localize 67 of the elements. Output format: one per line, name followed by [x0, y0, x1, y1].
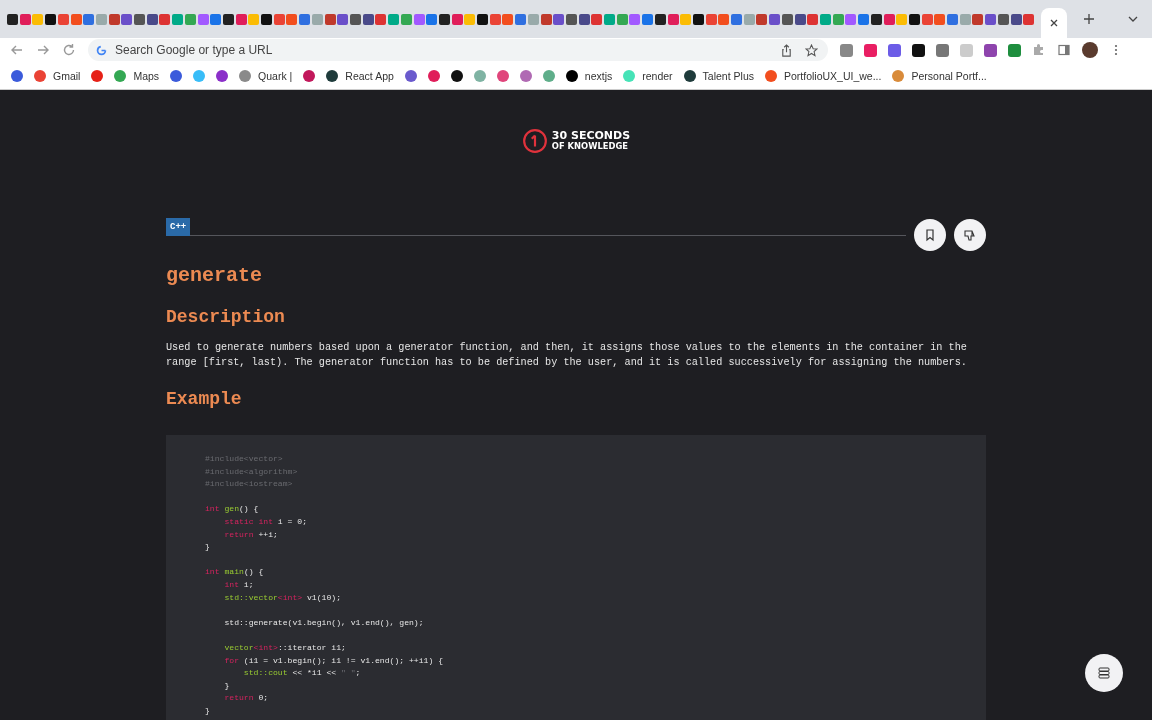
tab-favicon-icon[interactable]	[45, 13, 57, 25]
tab-favicon-icon[interactable]	[222, 13, 234, 25]
bookmark-icon[interactable]	[450, 69, 463, 82]
google-icon	[96, 44, 107, 56]
bookmark-item[interactable]: render	[623, 69, 673, 82]
bookmark-item[interactable]: React App	[326, 69, 394, 82]
logo-icon	[521, 128, 548, 154]
bookmark-item[interactable]: Maps	[114, 69, 160, 82]
tab-favicon-icon[interactable]	[908, 13, 920, 25]
logo-text: OF KNOWLEDGE	[551, 141, 630, 152]
code-line: std::cout << *i1 << " ";	[242, 667, 362, 680]
bookmark-button[interactable]	[914, 219, 946, 251]
code-line: vector<int>::iterator i1;	[223, 641, 347, 654]
code-line: std::generate(v1.begin(), v1.end(), gen);	[223, 616, 425, 629]
close-icon[interactable]	[1049, 18, 1060, 28]
new-tab-icon[interactable]	[1083, 13, 1096, 25]
thumbs-down-icon	[963, 228, 977, 242]
section-heading: Description	[166, 306, 286, 328]
code-line: }	[205, 541, 211, 554]
tab-favicon-icon[interactable]	[654, 13, 666, 25]
tab-favicon-icon[interactable]	[7, 13, 18, 25]
code-line: static int i = 0;	[223, 515, 308, 528]
snippet-title: generate	[166, 264, 263, 288]
bookmark-icon	[923, 228, 937, 242]
bookmark-item[interactable]: nextjs	[565, 69, 613, 82]
bookmark-item[interactable]: Quark |	[239, 69, 293, 82]
code-line: for (i1 = v1.begin(); i1 != v1.end(); ++i1) {	[223, 654, 444, 667]
dislike-button[interactable]	[954, 219, 986, 251]
tab-favicon-icon[interactable]	[362, 13, 374, 25]
description-text: Used to generate numbers based upon a generator function, and then, it assigns those values to the elements in the container in the range [first, last). The generator function has to be defined by the user, and it is called successively for assigning the numbers.	[166, 341, 968, 370]
share-icon[interactable]	[780, 43, 793, 57]
puzzle-icon[interactable]	[1032, 43, 1046, 57]
logo-text: 30 SECONDS	[551, 130, 631, 141]
tab-favicon-icon[interactable]	[692, 13, 704, 25]
tab-favicon-icon[interactable]	[794, 13, 806, 25]
tab-favicon-icon[interactable]	[477, 13, 488, 25]
code-line: int i;	[223, 578, 255, 591]
bookmark-item[interactable]: Gmail	[34, 69, 81, 82]
tab-favicon-icon[interactable]	[1010, 13, 1022, 25]
code-line: int gen() {	[205, 503, 260, 516]
bookmark-icon[interactable]	[216, 69, 229, 82]
tab-favicon-icon[interactable]	[870, 13, 882, 25]
section-heading: Example	[166, 388, 243, 410]
bookmark-item[interactable]: Personal Portf...	[892, 69, 987, 82]
star-icon[interactable]	[805, 43, 818, 57]
language-tag[interactable]: C++	[166, 218, 191, 236]
tab-favicon-icon[interactable]	[438, 13, 450, 25]
reload-icon[interactable]	[62, 43, 76, 57]
extension-icon[interactable]	[912, 43, 925, 57]
code-line: return 0;	[223, 692, 270, 705]
menu-button[interactable]	[1085, 654, 1123, 692]
tab-favicon-icon[interactable]	[578, 13, 590, 25]
profile-avatar[interactable]	[1082, 42, 1098, 58]
code-line: std::vector<int> v1(10);	[223, 591, 342, 604]
bookmark-item[interactable]: Talent Plus	[683, 69, 754, 82]
tab-favicon-icon[interactable]	[261, 13, 273, 25]
code-line: }	[223, 679, 231, 692]
code-line: }	[205, 704, 211, 717]
code-line: int main() {	[205, 566, 265, 579]
address-field[interactable]: Search Google or type a URL	[88, 39, 828, 61]
back-icon[interactable]	[10, 43, 24, 57]
forward-icon[interactable]	[36, 43, 50, 57]
code-line: return ++i;	[223, 528, 279, 541]
side-panel-icon[interactable]	[1057, 43, 1071, 57]
tab-favicon-icon[interactable]	[146, 13, 158, 25]
stack-icon	[1097, 666, 1111, 680]
bookmark-item[interactable]: PortfolioUX_UI_we...	[765, 69, 882, 82]
